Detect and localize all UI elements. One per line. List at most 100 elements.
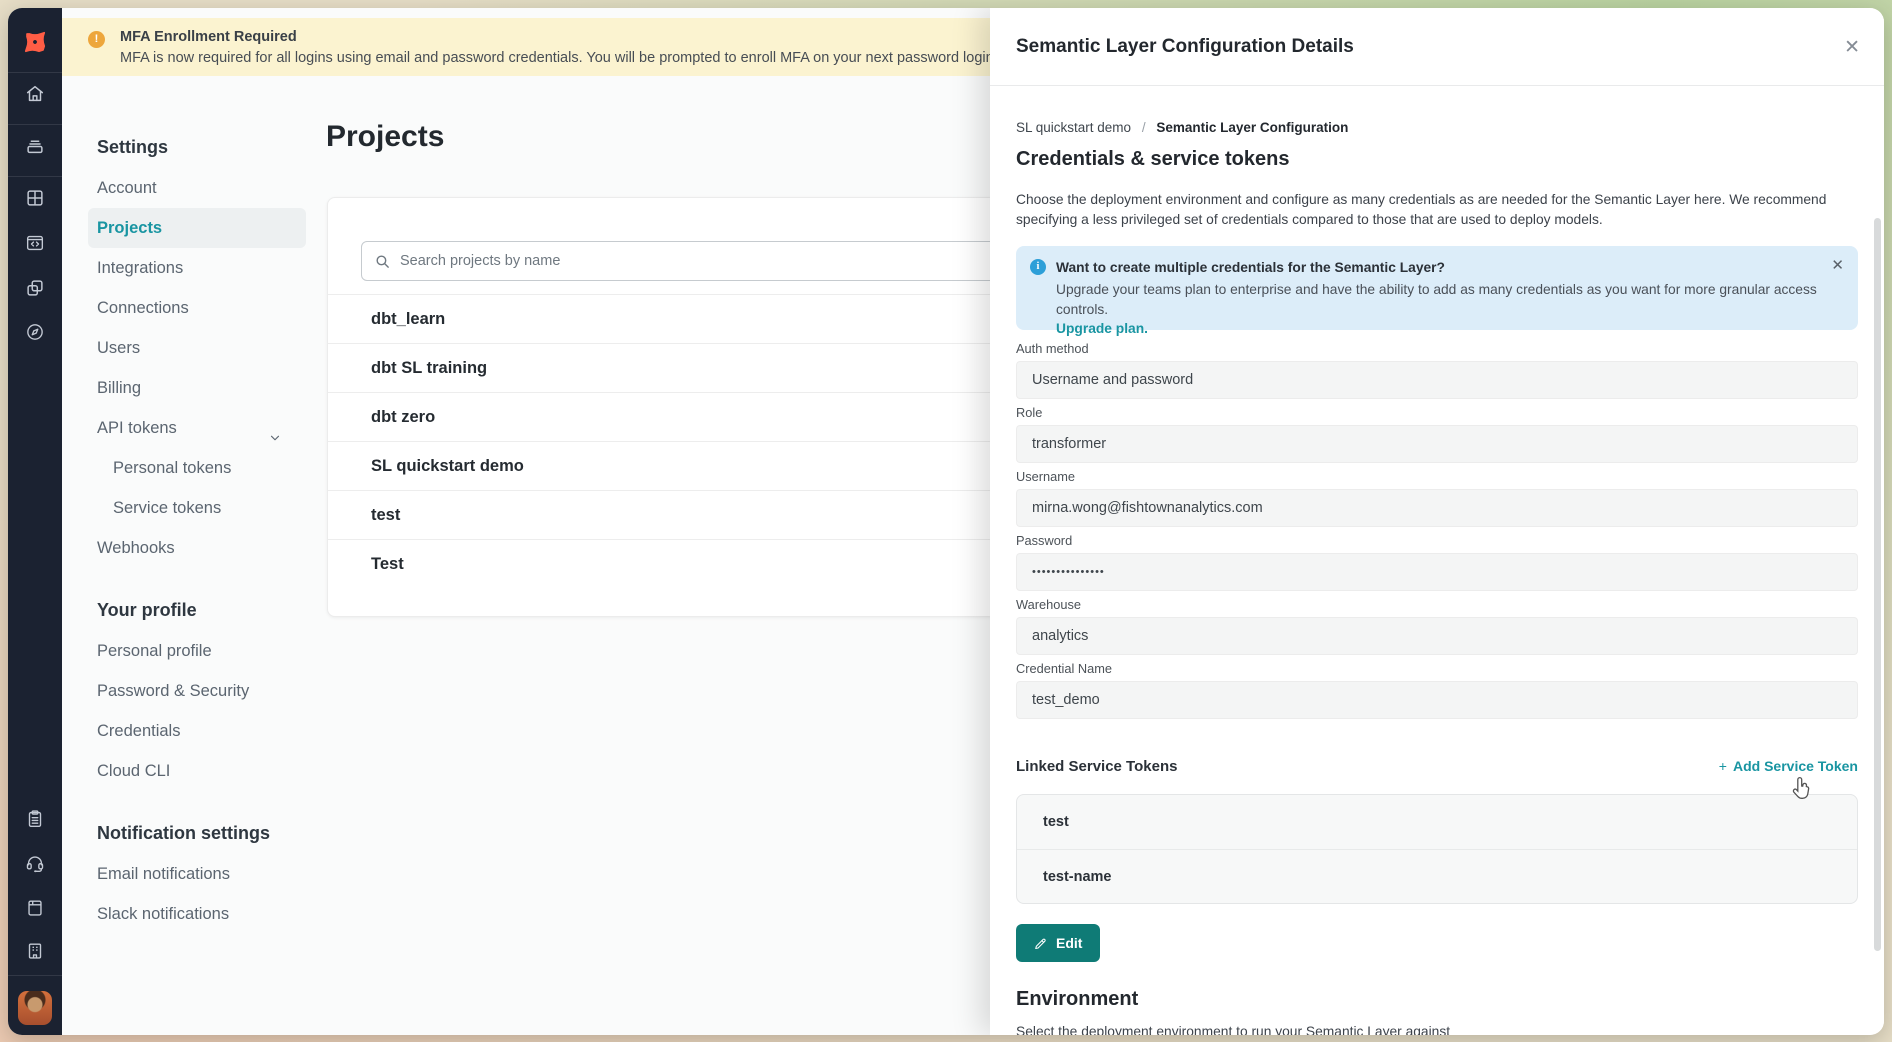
organization-building-icon[interactable] bbox=[8, 933, 62, 969]
breadcrumb-separator: / bbox=[1142, 120, 1146, 135]
docs-book-icon[interactable] bbox=[8, 890, 62, 926]
sidebar-divider bbox=[8, 975, 62, 976]
project-search bbox=[361, 241, 1021, 281]
plus-icon: + bbox=[1719, 758, 1727, 774]
icon-sidebar bbox=[8, 8, 62, 1035]
app-window: ! MFA Enrollment Required MFA is now req… bbox=[8, 8, 1884, 1035]
edit-button[interactable]: Edit bbox=[1016, 924, 1100, 962]
warehouse-input[interactable] bbox=[1016, 617, 1858, 655]
breadcrumb-current: Semantic Layer Configuration bbox=[1156, 120, 1348, 135]
service-token-row[interactable]: test bbox=[1017, 795, 1857, 849]
nav-section-title: Settings bbox=[88, 128, 306, 168]
sidebar-divider bbox=[8, 72, 62, 73]
field-label: Auth method bbox=[1016, 341, 1858, 356]
panel-title: Semantic Layer Configuration Details bbox=[1016, 36, 1354, 58]
credential-name-input[interactable] bbox=[1016, 681, 1858, 719]
field-role: Role bbox=[1016, 405, 1858, 463]
info-body: Upgrade your teams plan to enterprise an… bbox=[1056, 280, 1818, 320]
section-title: Credentials & service tokens bbox=[1016, 148, 1289, 171]
auth-method-input[interactable] bbox=[1016, 361, 1858, 399]
search-icon bbox=[374, 253, 391, 270]
project-row[interactable]: dbt zero bbox=[328, 392, 1046, 441]
dbt-logo-icon[interactable] bbox=[8, 20, 62, 64]
support-headset-icon[interactable] bbox=[8, 845, 62, 881]
sidebar-item-label: API tokens bbox=[97, 419, 177, 437]
field-username: Username bbox=[1016, 469, 1858, 527]
nav-gap bbox=[88, 568, 306, 591]
sidebar-item-integrations[interactable]: Integrations bbox=[88, 248, 306, 288]
info-title: Want to create multiple credentials for … bbox=[1056, 258, 1818, 277]
field-warehouse: Warehouse bbox=[1016, 597, 1858, 655]
sidebar-item-personal-profile[interactable]: Personal profile bbox=[88, 631, 306, 671]
projects-card: dbt_learn dbt SL training dbt zero SL qu… bbox=[327, 197, 1047, 617]
project-row[interactable]: test bbox=[328, 490, 1046, 539]
project-row[interactable]: dbt_learn bbox=[328, 294, 1046, 343]
upgrade-plan-link[interactable]: Upgrade plan. bbox=[1056, 320, 1818, 338]
sidebar-item-email-notifications[interactable]: Email notifications bbox=[88, 854, 306, 894]
service-token-row[interactable]: test-name bbox=[1017, 849, 1857, 903]
sidebar-item-connections[interactable]: Connections bbox=[88, 288, 306, 328]
info-close-icon[interactable]: ✕ bbox=[1831, 256, 1844, 274]
project-row[interactable]: Test bbox=[328, 539, 1046, 588]
password-input[interactable] bbox=[1016, 553, 1858, 591]
panel-scrollbar[interactable] bbox=[1874, 218, 1881, 951]
sidebar-item-webhooks[interactable]: Webhooks bbox=[88, 528, 306, 568]
pencil-icon bbox=[1034, 936, 1048, 950]
close-icon[interactable]: ✕ bbox=[1844, 36, 1860, 59]
field-password: Password bbox=[1016, 533, 1858, 591]
warning-icon: ! bbox=[88, 31, 105, 48]
field-credential-name: Credential Name bbox=[1016, 661, 1858, 719]
field-label: Username bbox=[1016, 469, 1858, 484]
changelog-clipboard-icon[interactable] bbox=[8, 801, 62, 837]
breadcrumb-parent[interactable]: SL quickstart demo bbox=[1016, 120, 1131, 135]
add-service-token-button[interactable]: + Add Service Token bbox=[1719, 758, 1858, 775]
project-list: dbt_learn dbt SL training dbt zero SL qu… bbox=[328, 294, 1046, 588]
settings-nav: Settings Account Projects Integrations C… bbox=[88, 128, 306, 934]
nav-gap bbox=[88, 791, 306, 814]
sidebar-item-api-tokens[interactable]: API tokens bbox=[88, 408, 306, 448]
edit-button-label: Edit bbox=[1056, 935, 1082, 951]
sidebar-item-users[interactable]: Users bbox=[88, 328, 306, 368]
sidebar-item-personal-tokens[interactable]: Personal tokens bbox=[88, 448, 306, 488]
sidebar-item-billing[interactable]: Billing bbox=[88, 368, 306, 408]
linked-tokens-header: Linked Service Tokens + Add Service Token bbox=[1016, 758, 1858, 775]
info-icon: i bbox=[1030, 259, 1046, 275]
field-label: Warehouse bbox=[1016, 597, 1858, 612]
sidebar-item-credentials[interactable]: Credentials bbox=[88, 711, 306, 751]
sidebar-divider bbox=[8, 176, 62, 177]
add-service-token-label: Add Service Token bbox=[1733, 758, 1858, 774]
upgrade-info-banner: i Want to create multiple credentials fo… bbox=[1016, 246, 1858, 330]
sidebar-item-password-security[interactable]: Password & Security bbox=[88, 671, 306, 711]
discover-compass-icon[interactable] bbox=[8, 314, 62, 350]
home-icon[interactable] bbox=[8, 76, 62, 112]
sidebar-item-service-tokens[interactable]: Service tokens bbox=[88, 488, 306, 528]
sidebar-item-slack-notifications[interactable]: Slack notifications bbox=[88, 894, 306, 934]
environment-title: Environment bbox=[1016, 988, 1138, 1011]
field-label: Credential Name bbox=[1016, 661, 1858, 676]
develop-code-icon[interactable] bbox=[8, 225, 62, 261]
project-row[interactable]: dbt SL training bbox=[328, 343, 1046, 392]
deploy-stack-icon[interactable] bbox=[8, 128, 62, 164]
sidebar-item-projects[interactable]: Projects bbox=[88, 208, 306, 248]
section-description: Choose the deployment environment and co… bbox=[1016, 190, 1858, 230]
sidebar-divider bbox=[8, 124, 62, 125]
role-input[interactable] bbox=[1016, 425, 1858, 463]
sidebar-item-account[interactable]: Account bbox=[88, 168, 306, 208]
project-row[interactable]: SL quickstart demo bbox=[328, 441, 1046, 490]
apps-grid-icon[interactable] bbox=[8, 180, 62, 216]
explore-squares-icon[interactable] bbox=[8, 270, 62, 306]
panel-header: Semantic Layer Configuration Details ✕ bbox=[990, 8, 1884, 86]
service-token-list: test test-name bbox=[1016, 794, 1858, 904]
user-avatar[interactable] bbox=[18, 991, 52, 1025]
breadcrumb: SL quickstart demo / Semantic Layer Conf… bbox=[1016, 120, 1348, 135]
semantic-layer-panel: Semantic Layer Configuration Details ✕ S… bbox=[990, 8, 1884, 1035]
username-input[interactable] bbox=[1016, 489, 1858, 527]
field-label: Role bbox=[1016, 405, 1858, 420]
nav-section-title: Your profile bbox=[88, 591, 306, 631]
field-label: Password bbox=[1016, 533, 1858, 548]
environment-description: Select the deployment environment to run… bbox=[1016, 1024, 1450, 1035]
linked-tokens-title: Linked Service Tokens bbox=[1016, 758, 1177, 775]
search-input[interactable] bbox=[400, 253, 1020, 269]
sidebar-item-cloud-cli[interactable]: Cloud CLI bbox=[88, 751, 306, 791]
page-title: Projects bbox=[326, 120, 444, 154]
